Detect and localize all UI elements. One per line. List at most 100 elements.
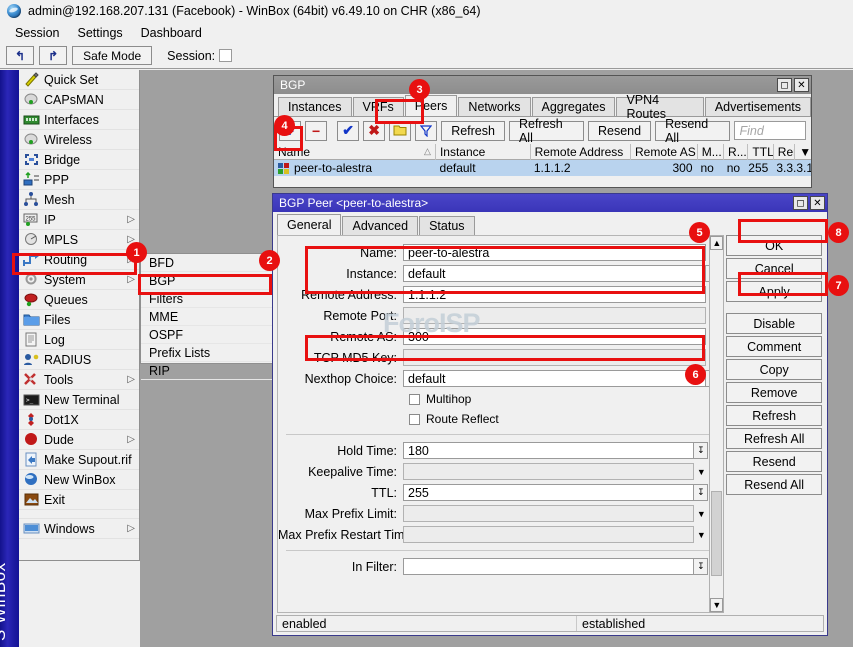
comment-button[interactable]: Comment (726, 336, 822, 357)
sidebar-item-ip[interactable]: 255 IP ▷ (19, 210, 139, 230)
column-rem[interactable]: Rem (774, 144, 796, 160)
max-prefix-limit-input[interactable] (403, 505, 694, 522)
refresh-all-button[interactable]: Refresh All (509, 121, 584, 141)
safe-mode-button[interactable]: Safe Mode (72, 46, 152, 65)
max-prefix-limit-dropdown-icon[interactable]: ▼ (694, 505, 708, 522)
scroll-down-icon[interactable]: ▼ (710, 598, 723, 612)
tab-general[interactable]: General (277, 214, 341, 235)
enable-check-icon[interactable]: ✔ (337, 121, 359, 141)
column-r[interactable]: R... (724, 144, 748, 160)
keepalive-time-input[interactable] (403, 463, 694, 480)
keepalive-time-dropdown-icon[interactable]: ▼ (694, 463, 708, 480)
column-remote-address[interactable]: Remote Address (531, 144, 631, 160)
tcp-md5-key-input[interactable] (403, 349, 706, 366)
resend-button[interactable]: Resend (588, 121, 651, 141)
ttl-spinner-icon[interactable]: ↧ (694, 484, 708, 501)
sidebar-item-new-winbox[interactable]: New WinBox (19, 470, 139, 490)
column-name[interactable]: Name△ (274, 144, 436, 160)
sidebar-item-tools[interactable]: Tools ▷ (19, 370, 139, 390)
max-prefix-restart-time-input[interactable] (403, 526, 694, 543)
remove-icon[interactable]: − (305, 121, 327, 141)
ttl-input[interactable]: 255 (403, 484, 694, 501)
refresh-button[interactable]: Refresh (441, 121, 505, 141)
cancel-button[interactable]: Cancel (726, 258, 822, 279)
sidebar-item-capsman[interactable]: CAPsMAN (19, 90, 139, 110)
sidebar-item-queues[interactable]: Queues (19, 290, 139, 310)
sidebar-item-mpls[interactable]: MPLS ▷ (19, 230, 139, 250)
refresh-all-button[interactable]: Refresh All (726, 428, 822, 449)
hold-time-input[interactable]: 180 (403, 442, 694, 459)
disable-x-icon[interactable]: ✖ (363, 121, 385, 141)
submenu-item-prefix-lists[interactable]: Prefix Lists (141, 344, 272, 362)
table-row[interactable]: peer-to-alestra default 1.1.1.2 300 no n… (274, 160, 811, 176)
submenu-item-ospf[interactable]: OSPF (141, 326, 272, 344)
sidebar-item-exit[interactable]: Exit (19, 490, 139, 510)
apply-button[interactable]: Apply (726, 281, 822, 302)
remove-button[interactable]: Remove (726, 382, 822, 403)
instance-input[interactable]: default (403, 265, 706, 282)
sidebar-item-quick-set[interactable]: Quick Set (19, 70, 139, 90)
submenu-item-bfd[interactable]: BFD (141, 254, 272, 272)
checkbox-route-reflect-row[interactable]: Route Reflect (278, 409, 722, 429)
nexthop-choice-input[interactable]: default (403, 370, 706, 387)
submenu-item-rip[interactable]: RIP (141, 362, 272, 380)
session-input[interactable] (219, 49, 232, 62)
column-remote-as[interactable]: Remote AS (631, 144, 698, 160)
close-icon[interactable]: ✕ (810, 196, 825, 210)
disable-button[interactable]: Disable (726, 313, 822, 334)
tab-vrfs[interactable]: VRFs (353, 97, 404, 116)
sidebar-item-system[interactable]: System ▷ (19, 270, 139, 290)
sidebar-item-ppp[interactable]: PPP (19, 170, 139, 190)
resend-button[interactable]: Resend (726, 451, 822, 472)
sidebar-item-make-supout[interactable]: Make Supout.rif (19, 450, 139, 470)
sidebar-item-files[interactable]: Files (19, 310, 139, 330)
filter-funnel-icon[interactable] (415, 121, 437, 141)
tab-networks[interactable]: Networks (458, 97, 530, 116)
column-menu-icon[interactable]: ▼ (795, 144, 811, 160)
sidebar-item-dot1x[interactable]: Dot1X (19, 410, 139, 430)
sidebar-item-radius[interactable]: RADIUS (19, 350, 139, 370)
redo-arrow-icon[interactable]: ↱ (39, 46, 67, 65)
remote-as-input[interactable]: 300 (403, 328, 706, 345)
multihop-checkbox[interactable] (409, 394, 420, 405)
tab-status[interactable]: Status (419, 216, 474, 235)
sidebar-item-dude[interactable]: Dude ▷ (19, 430, 139, 450)
sidebar-item-interfaces[interactable]: Interfaces (19, 110, 139, 130)
menu-dashboard[interactable]: Dashboard (132, 24, 211, 42)
form-vertical-scrollbar[interactable]: ▲ ▼ (709, 235, 724, 613)
tab-instances[interactable]: Instances (278, 97, 352, 116)
tab-aggregates[interactable]: Aggregates (532, 97, 616, 116)
in-filter-input[interactable] (403, 558, 694, 575)
remote-port-input[interactable] (403, 307, 706, 324)
menu-settings[interactable]: Settings (68, 24, 131, 42)
column-m[interactable]: M... (698, 144, 724, 160)
maximize-icon[interactable]: ◻ (793, 196, 808, 210)
sidebar-item-log[interactable]: Log (19, 330, 139, 350)
hold-time-spinner-icon[interactable]: ↧ (694, 442, 708, 459)
resend-all-button[interactable]: Resend All (655, 121, 729, 141)
ok-button[interactable]: OK (726, 235, 822, 256)
in-filter-dropdown-icon[interactable]: ↧ (694, 558, 708, 575)
sidebar-item-wireless[interactable]: Wireless (19, 130, 139, 150)
submenu-item-mme[interactable]: MME (141, 308, 272, 326)
max-prefix-restart-time-dropdown-icon[interactable]: ▼ (694, 526, 708, 543)
undo-arrow-icon[interactable]: ↰ (6, 46, 34, 65)
comment-folder-icon[interactable] (389, 121, 411, 141)
maximize-icon[interactable]: ◻ (777, 78, 792, 92)
scroll-up-icon[interactable]: ▲ (710, 236, 723, 250)
scrollbar-thumb[interactable] (711, 491, 722, 576)
column-ttl[interactable]: TTL (748, 144, 773, 160)
tab-advanced[interactable]: Advanced (342, 216, 418, 235)
tab-vpn4-routes[interactable]: VPN4 Routes (616, 97, 703, 116)
copy-button[interactable]: Copy (726, 359, 822, 380)
menu-session[interactable]: Session (6, 24, 68, 42)
name-input[interactable]: peer-to-alestra (403, 244, 706, 261)
submenu-item-bgp[interactable]: BGP (141, 272, 272, 290)
checkbox-multihop-row[interactable]: Multihop (278, 389, 722, 409)
resend-all-button[interactable]: Resend All (726, 474, 822, 495)
remote-address-input[interactable]: 1.1.1.2 (403, 286, 706, 303)
close-icon[interactable]: ✕ (794, 78, 809, 92)
submenu-item-filters[interactable]: Filters (141, 290, 272, 308)
tab-advertisements[interactable]: Advertisements (705, 97, 811, 116)
refresh-button[interactable]: Refresh (726, 405, 822, 426)
